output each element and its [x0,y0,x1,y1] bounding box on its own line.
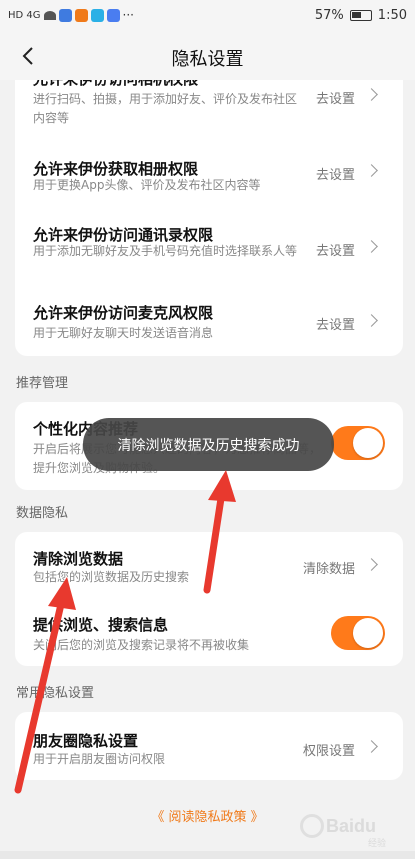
toast-message: 清除浏览数据及历史搜索成功 [83,418,334,471]
moments-privacy-title: 朋友圈隐私设置 [33,732,139,750]
clear-data-button[interactable]: 清除数据 [303,558,355,577]
paw-icon [300,814,324,838]
app-icon-4 [106,8,120,22]
clock: 1:50 [377,8,407,23]
provide-info-row: 提供浏览、搜索信息 关闭后您的浏览及搜索记录将不再被收集 [15,598,403,666]
page-title: 隐私设置 [171,49,244,70]
chevron-right-icon [367,164,379,178]
provide-info-title: 提供浏览、搜索信息 [33,616,169,634]
bottom-bar [0,851,415,859]
chevron-right-icon [367,88,379,102]
status-right: 57% 1:50 [315,8,407,23]
go-settings-button[interactable]: 去设置 [316,164,355,183]
permission-row-contacts[interactable]: 允许来伊份访问通讯录权限 用于添加无聊好友及手机号码充值时选择联系人等 去设置 [15,220,403,300]
go-settings-button[interactable]: 去设置 [316,314,355,333]
permission-desc: 用于更换App头像、评价及发布社区内容等 [33,178,261,192]
permissions-card: 允许来伊份访问相机权限 进行扫码、拍摄，用于添加好友、评价及发布社区内容等 去设… [15,50,403,356]
app-icon-2 [74,8,88,22]
provide-info-desc: 关闭后您的浏览及搜索记录将不再被收集 [33,638,250,652]
toggle-knob [353,428,383,458]
permission-settings-button[interactable]: 权限设置 [303,740,355,759]
permission-desc: 用于无聊好友聊天时发送语音消息 [33,326,214,340]
clear-data-title: 清除浏览数据 [33,550,124,568]
status-icons: HD 4G ··· [8,8,134,22]
more-dots: ··· [122,8,134,22]
moments-privacy-desc: 用于开启朋友圈访问权限 [33,752,166,766]
provide-info-toggle[interactable] [331,616,385,650]
recommend-toggle[interactable] [331,426,385,460]
battery-icon [349,10,372,21]
moments-privacy-row[interactable]: 朋友圈隐私设置 用于开启朋友圈访问权限 权限设置 [15,712,403,780]
toggle-knob [353,618,383,648]
section-label-data-privacy: 数据隐私 [16,506,69,521]
go-settings-button[interactable]: 去设置 [316,240,355,259]
chevron-right-icon [367,558,379,572]
permission-desc: 进行扫码、拍摄，用于添加好友、评价及发布社区内容等 [33,92,298,125]
chevron-right-icon [367,314,379,328]
permission-row-microphone[interactable]: 允许来伊份访问麦克风权限 用于无聊好友聊天时发送语音消息 去设置 [15,300,403,356]
permission-row-album[interactable]: 允许来伊份获取相册权限 用于更换App头像、评价及发布社区内容等 去设置 [15,150,403,220]
permission-desc: 用于添加无聊好友及手机号码充值时选择联系人等 [33,244,298,258]
section-label-recommend: 推荐管理 [16,376,69,391]
data-privacy-card: 清除浏览数据 包括您的浏览数据及历史搜索 清除数据 提供浏览、搜索信息 关闭后您… [15,532,403,666]
baidu-watermark: Baidu 经验 [300,806,400,849]
app-icon-1 [58,8,72,22]
app-icon-3 [90,8,104,22]
chevron-right-icon [367,240,379,254]
common-privacy-card: 朋友圈隐私设置 用于开启朋友圈访问权限 权限设置 [15,712,403,780]
chevron-right-icon [367,740,379,754]
go-settings-button[interactable]: 去设置 [316,88,355,107]
section-label-common: 常用隐私设置 [16,686,95,701]
nav-bar-overlay: 隐私设置 [0,32,415,80]
wifi-icon [43,10,56,20]
signal-text: HD 4G [8,9,41,21]
permission-title: 允许来伊份访问麦克风权限 [33,304,214,322]
watermark-text: Baidu [326,816,377,836]
status-bar: HD 4G ··· 57% 1:50 [0,0,415,32]
battery-percent: 57% [314,8,344,23]
watermark-sub: 经验 [368,839,387,849]
clear-data-row[interactable]: 清除浏览数据 包括您的浏览数据及历史搜索 清除数据 [15,532,403,598]
clear-data-desc: 包括您的浏览数据及历史搜索 [33,570,190,584]
